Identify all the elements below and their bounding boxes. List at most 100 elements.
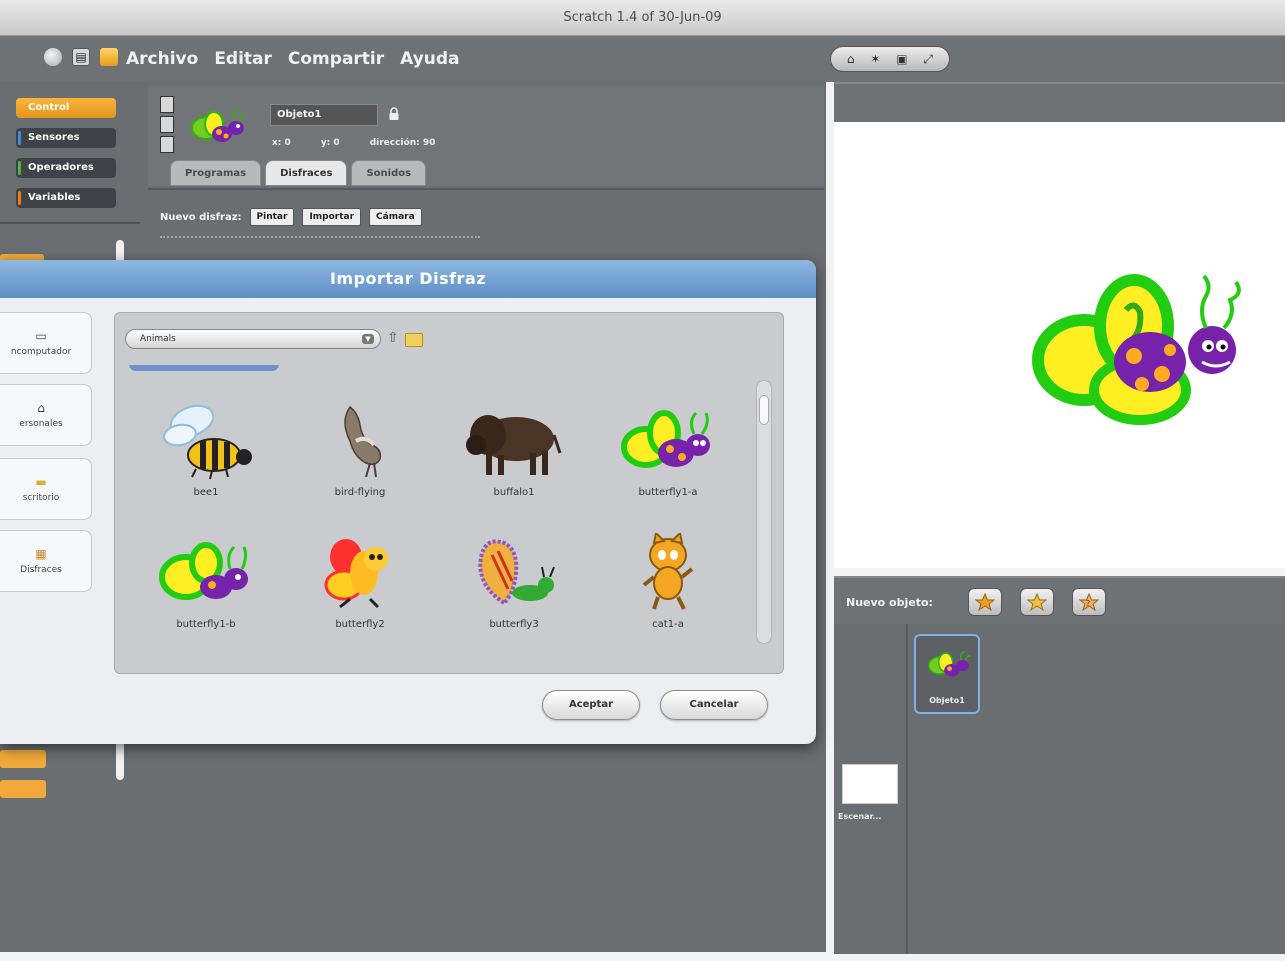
menu-bar: ▤ Archivo Editar Compartir Ayuda ⌂ ✶ ▣ ⤢ bbox=[0, 36, 1285, 82]
file-item[interactable]: butterfly2 bbox=[283, 531, 437, 655]
tab-sounds[interactable]: Sonidos bbox=[351, 160, 427, 186]
editor-tabs: Programas Disfraces Sonidos bbox=[170, 160, 427, 186]
folder-star-icon bbox=[1027, 593, 1047, 611]
small-stage-icon[interactable]: ▣ bbox=[896, 52, 907, 66]
tab-scripts[interactable]: Programas bbox=[170, 160, 262, 186]
import-costume-dialog: Importar Disfraz ▭ ncomputador ⌂ ersonal… bbox=[0, 260, 816, 744]
rotation-style-buttons bbox=[160, 96, 174, 156]
tab-costumes[interactable]: Disfraces bbox=[265, 160, 348, 186]
file-item[interactable]: bird-flying bbox=[283, 399, 437, 529]
stage-thumbnail[interactable] bbox=[842, 764, 898, 804]
full-stage-icon[interactable]: ⤢ bbox=[923, 52, 933, 67]
paint-star-icon bbox=[975, 593, 995, 611]
surprise-sprite-button[interactable]: ? bbox=[1072, 588, 1106, 616]
sprite-x: x: 0 bbox=[272, 138, 291, 148]
bird-flying-image bbox=[344, 405, 382, 478]
menu-editar[interactable]: Editar bbox=[214, 49, 272, 69]
previous-row-captions bbox=[129, 365, 729, 371]
file-item[interactable]: butterfly1-a bbox=[591, 399, 745, 529]
cancel-button[interactable]: Cancelar bbox=[660, 690, 768, 720]
menu-items: Archivo Editar Compartir Ayuda bbox=[126, 36, 460, 82]
category-variables[interactable]: Variables bbox=[16, 188, 116, 208]
costumes-icon: ▦ bbox=[35, 547, 47, 561]
category-sensing-color bbox=[18, 131, 21, 145]
butterfly3-image bbox=[478, 539, 555, 606]
category-control[interactable]: Control bbox=[16, 98, 116, 118]
magnify-mode-icon[interactable]: ✶ bbox=[870, 52, 880, 66]
file-item[interactable]: butterfly1-b bbox=[129, 531, 283, 655]
stage-butterfly-sprite[interactable] bbox=[1030, 270, 1250, 430]
shortcut-desktop[interactable]: ▬ scritorio bbox=[0, 458, 92, 520]
bee-image bbox=[163, 404, 252, 480]
menu-compartir[interactable]: Compartir bbox=[288, 49, 384, 69]
menu-archivo[interactable]: Archivo bbox=[126, 49, 198, 69]
shortcut-desktop-label: scritorio bbox=[22, 493, 60, 503]
rotate-style-button[interactable] bbox=[160, 96, 174, 113]
shortcut-costumes[interactable]: ▦ Disfraces bbox=[0, 530, 92, 592]
butterfly1-b-image bbox=[159, 542, 248, 600]
palette-block[interactable] bbox=[0, 750, 46, 768]
shortcut-computer-label: ncomputador bbox=[10, 347, 72, 357]
save-icon[interactable]: ▤ bbox=[72, 48, 90, 66]
svg-text:?: ? bbox=[1086, 599, 1090, 608]
butterfly-thumb-icon bbox=[927, 650, 971, 677]
shortcut-home[interactable]: ⌂ ersonales bbox=[0, 384, 92, 446]
new-sprite-label: Nuevo objeto: bbox=[846, 596, 933, 609]
palette-block[interactable] bbox=[0, 780, 46, 798]
new-sprite-bar: Nuevo objeto: ? bbox=[834, 576, 1285, 624]
parent-folder-icon[interactable]: ⇧ bbox=[387, 331, 399, 345]
category-variables-label: Variables bbox=[28, 192, 81, 203]
view-mode-switcher: ⌂ ✶ ▣ ⤢ bbox=[830, 46, 950, 72]
new-costume-label: Nuevo disfraz: bbox=[160, 211, 242, 223]
file-name: cat1-a bbox=[652, 619, 684, 630]
desktop-icon: ▬ bbox=[35, 475, 47, 489]
paint-button[interactable]: Pintar bbox=[249, 208, 295, 226]
chevron-down-icon: ▼ bbox=[362, 334, 374, 344]
scrollbar-thumb[interactable] bbox=[759, 395, 769, 425]
home-icon: ⌂ bbox=[37, 401, 45, 415]
import-button[interactable]: Importar bbox=[302, 208, 362, 226]
sprite-direction: dirección: 90 bbox=[369, 138, 436, 148]
lock-icon[interactable] bbox=[388, 107, 400, 121]
file-name: bee1 bbox=[193, 487, 219, 498]
folder-path-select[interactable]: Animals ▼ bbox=[125, 329, 381, 349]
category-operators-label: Operadores bbox=[28, 162, 94, 173]
sprite-name-field[interactable]: Objeto1 bbox=[270, 104, 378, 126]
file-grid: bee1 bird-flying buffalo1 butterfly1-a b… bbox=[129, 365, 755, 655]
accept-button[interactable]: Aceptar bbox=[542, 690, 640, 720]
share-icon[interactable] bbox=[100, 48, 118, 66]
stage-thumbnail-label: Escenar... bbox=[838, 812, 882, 821]
category-operators[interactable]: Operadores bbox=[16, 158, 116, 178]
category-sensing-label: Sensores bbox=[28, 132, 80, 143]
language-globe-icon[interactable] bbox=[44, 48, 62, 66]
sprite-butterfly-thumb bbox=[191, 109, 247, 142]
sprite-thumbnail[interactable]: Objeto1 bbox=[914, 634, 980, 714]
window-title: Scratch 1.4 of 30-Jun-09 bbox=[563, 10, 722, 25]
sprite-coordinates: x: 0 y: 0 dirección: 90 bbox=[272, 138, 435, 148]
camera-button[interactable]: Cámara bbox=[369, 208, 422, 226]
file-name: bird-flying bbox=[334, 487, 386, 498]
folder-path-value: Animals bbox=[140, 334, 176, 344]
selected-item-highlight bbox=[129, 365, 279, 371]
surprise-star-icon: ? bbox=[1079, 593, 1099, 611]
file-grid-scrollbar[interactable] bbox=[756, 380, 772, 644]
flip-style-button[interactable] bbox=[160, 116, 174, 133]
file-item[interactable]: buffalo1 bbox=[437, 399, 591, 529]
block-categories: Control Sensores Operadores Variables bbox=[0, 82, 140, 222]
no-rotate-style-button[interactable] bbox=[160, 136, 174, 153]
shortcut-costumes-label: Disfraces bbox=[20, 565, 62, 575]
cat1-a-image bbox=[642, 533, 694, 610]
new-folder-icon[interactable] bbox=[405, 333, 423, 347]
file-item[interactable]: butterfly3 bbox=[437, 531, 591, 655]
paint-new-sprite-button[interactable] bbox=[968, 588, 1002, 616]
category-sensing[interactable]: Sensores bbox=[16, 128, 116, 148]
file-name: butterfly1-a bbox=[638, 487, 698, 498]
file-item[interactable]: cat1-a bbox=[591, 531, 745, 655]
category-operators-color bbox=[18, 161, 21, 175]
menu-ayuda[interactable]: Ayuda bbox=[400, 49, 459, 69]
shortcut-computer[interactable]: ▭ ncomputador bbox=[0, 312, 92, 374]
file-name: buffalo1 bbox=[493, 487, 535, 498]
presentation-mode-icon[interactable]: ⌂ bbox=[847, 52, 855, 66]
choose-sprite-file-button[interactable] bbox=[1020, 588, 1054, 616]
file-item[interactable]: bee1 bbox=[129, 399, 283, 529]
